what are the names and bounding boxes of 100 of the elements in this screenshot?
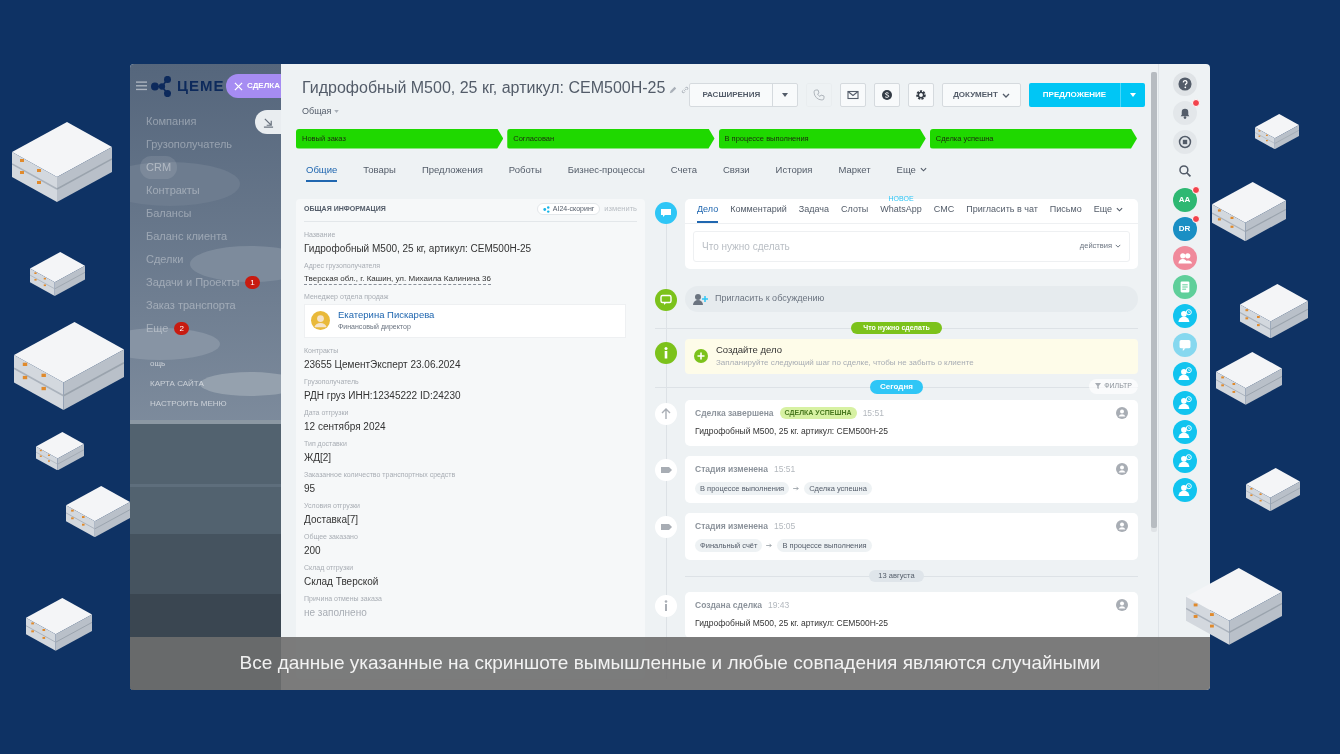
- user-clock-icon[interactable]: [1172, 478, 1197, 502]
- composer-tab[interactable]: Дело: [697, 198, 719, 223]
- tag-icon: [655, 515, 677, 538]
- composer-tab[interactable]: Пригласить в чат: [966, 198, 1038, 223]
- collapse-button[interactable]: [255, 110, 281, 134]
- user-icon: [1116, 463, 1128, 476]
- user-icon: [1116, 406, 1128, 419]
- user-clock-icon[interactable]: [1172, 362, 1197, 386]
- caret-icon: [1130, 93, 1137, 97]
- composer-tab[interactable]: Слоты: [841, 198, 869, 223]
- mail-button[interactable]: [840, 83, 867, 107]
- event-title: Стадия изменена: [695, 519, 768, 533]
- tab[interactable]: Еще: [896, 162, 927, 182]
- address-link[interactable]: Тверская обл., г. Кашин, ул. Михаила Калинина 36: [304, 272, 491, 285]
- field-value: РДН груз ИНН:12345222 ID:24230: [304, 388, 461, 403]
- hint-text: Запланируйте следующий шаг по сделке, чтобы не забыть о клиенте: [716, 357, 974, 370]
- molecule-logo-icon: [151, 75, 173, 97]
- field-value: 200: [304, 543, 321, 558]
- event-time: 15:05: [773, 519, 796, 533]
- skype-icon: [881, 89, 894, 101]
- field-value: не заполнено: [304, 605, 367, 620]
- user-avatar-icon: [311, 311, 330, 330]
- user-avatar[interactable]: DR: [1172, 217, 1197, 241]
- event-title: Создана сделка: [695, 598, 763, 612]
- category-dropdown[interactable]: Общая: [302, 105, 340, 119]
- tab[interactable]: Товары: [363, 162, 396, 182]
- chat-bubble-icon[interactable]: [1172, 333, 1197, 357]
- event-title: Стадия изменена: [695, 463, 768, 476]
- composer-tab[interactable]: Письмо: [1049, 198, 1082, 223]
- concrete-block-drawing: [30, 252, 85, 296]
- chat-icon[interactable]: [1172, 130, 1197, 154]
- composer-tab[interactable]: СМС: [933, 198, 955, 223]
- concrete-block-drawing: [1216, 352, 1282, 405]
- event-time: 19:43: [768, 598, 790, 612]
- link-icon[interactable]: [681, 85, 690, 94]
- user-clock-icon[interactable]: [1172, 449, 1197, 473]
- tab[interactable]: Общие: [306, 162, 338, 182]
- event-text: Гидрофобный М500, 25 кг. артикул: CEM500H-25: [695, 425, 889, 438]
- chevron-down-icon: [1115, 244, 1121, 248]
- person-name[interactable]: Екатерина Пискарева: [338, 308, 435, 323]
- concrete-block-drawing: [1246, 468, 1300, 512]
- gear-button[interactable]: [908, 83, 935, 107]
- concrete-block-drawing: [66, 486, 130, 538]
- add-user-icon: [693, 292, 709, 305]
- event-text: Гидрофобный М500, 25 кг. артикул: CEM500H-25: [695, 617, 889, 630]
- comment-icon: [655, 288, 677, 311]
- tab[interactable]: Маркет: [838, 162, 871, 182]
- info-icon: [655, 594, 677, 617]
- envelope-icon: [847, 89, 860, 101]
- concrete-block-drawing: [1240, 284, 1308, 339]
- help-icon[interactable]: [1172, 72, 1197, 96]
- event-title: Сделка завершена: [695, 406, 774, 420]
- field-value: ЖД[2]: [304, 450, 332, 465]
- group-icon[interactable]: [1172, 246, 1197, 270]
- invite-field[interactable]: Пригласить к обсуждению: [685, 285, 1138, 312]
- add-icon[interactable]: [694, 349, 708, 363]
- bell-icon[interactable]: [1172, 101, 1197, 125]
- caret-icon: [334, 110, 340, 114]
- concrete-block-drawing: [1255, 114, 1299, 150]
- document-icon[interactable]: [1172, 275, 1197, 299]
- tab[interactable]: История: [775, 162, 813, 182]
- filter-icon: [1095, 383, 1102, 389]
- field-value: 95: [304, 481, 316, 496]
- user-icon: [1116, 520, 1128, 533]
- arrow-right-icon: [793, 485, 801, 491]
- caret-icon: [782, 93, 789, 97]
- field-value: Склад Тверской: [304, 574, 379, 589]
- nodes-icon: [542, 205, 550, 213]
- user-icon: [1116, 598, 1128, 611]
- deal-title: Гидрофобный М500, 25 кг, артикул: CEM500H-25: [302, 78, 666, 98]
- user-clock-icon[interactable]: [1172, 304, 1197, 328]
- chat-icon: [655, 201, 677, 224]
- composer-tab[interactable]: Задача: [798, 198, 830, 223]
- tab[interactable]: Связи: [722, 162, 750, 182]
- concrete-block-drawing: [26, 598, 92, 651]
- tab[interactable]: Роботы: [508, 162, 542, 182]
- info-icon: [655, 341, 677, 364]
- composer-tab[interactable]: Еще: [1093, 198, 1124, 223]
- user-clock-icon[interactable]: [1172, 420, 1197, 444]
- scrollbar[interactable]: [1151, 72, 1157, 532]
- tab[interactable]: Предложения: [421, 162, 483, 182]
- event-time: 15:51: [862, 406, 884, 420]
- menu-icon[interactable]: [136, 81, 147, 91]
- field-value: Доставка[7]: [304, 512, 359, 527]
- field-value: 12 сентября 2024: [304, 419, 386, 434]
- close-icon: [234, 81, 243, 91]
- document-button[interactable]: ДОКУМЕНТ: [942, 83, 1021, 107]
- disclaimer-text: Все данные указанные на скриншоте вымышленные и любые совпадения являются случайными: [239, 651, 1101, 676]
- composer-tab[interactable]: Комментарий: [730, 198, 787, 223]
- logo-text: ЦЕМЕ: [177, 75, 225, 96]
- user-clock-icon[interactable]: [1172, 391, 1197, 415]
- event-time: 15:51: [773, 463, 796, 476]
- tab[interactable]: Счета: [670, 162, 697, 182]
- collapse-icon: [262, 116, 274, 128]
- pencil-icon[interactable]: [669, 85, 678, 94]
- settings-icon: [915, 89, 928, 101]
- chevron-down-icon: [1001, 92, 1010, 98]
- field-value: 23655 ЦементЭксперт 23.06.2024: [304, 357, 461, 372]
- skype-button[interactable]: [874, 83, 901, 107]
- tab[interactable]: Бизнес-процессы: [567, 162, 645, 182]
